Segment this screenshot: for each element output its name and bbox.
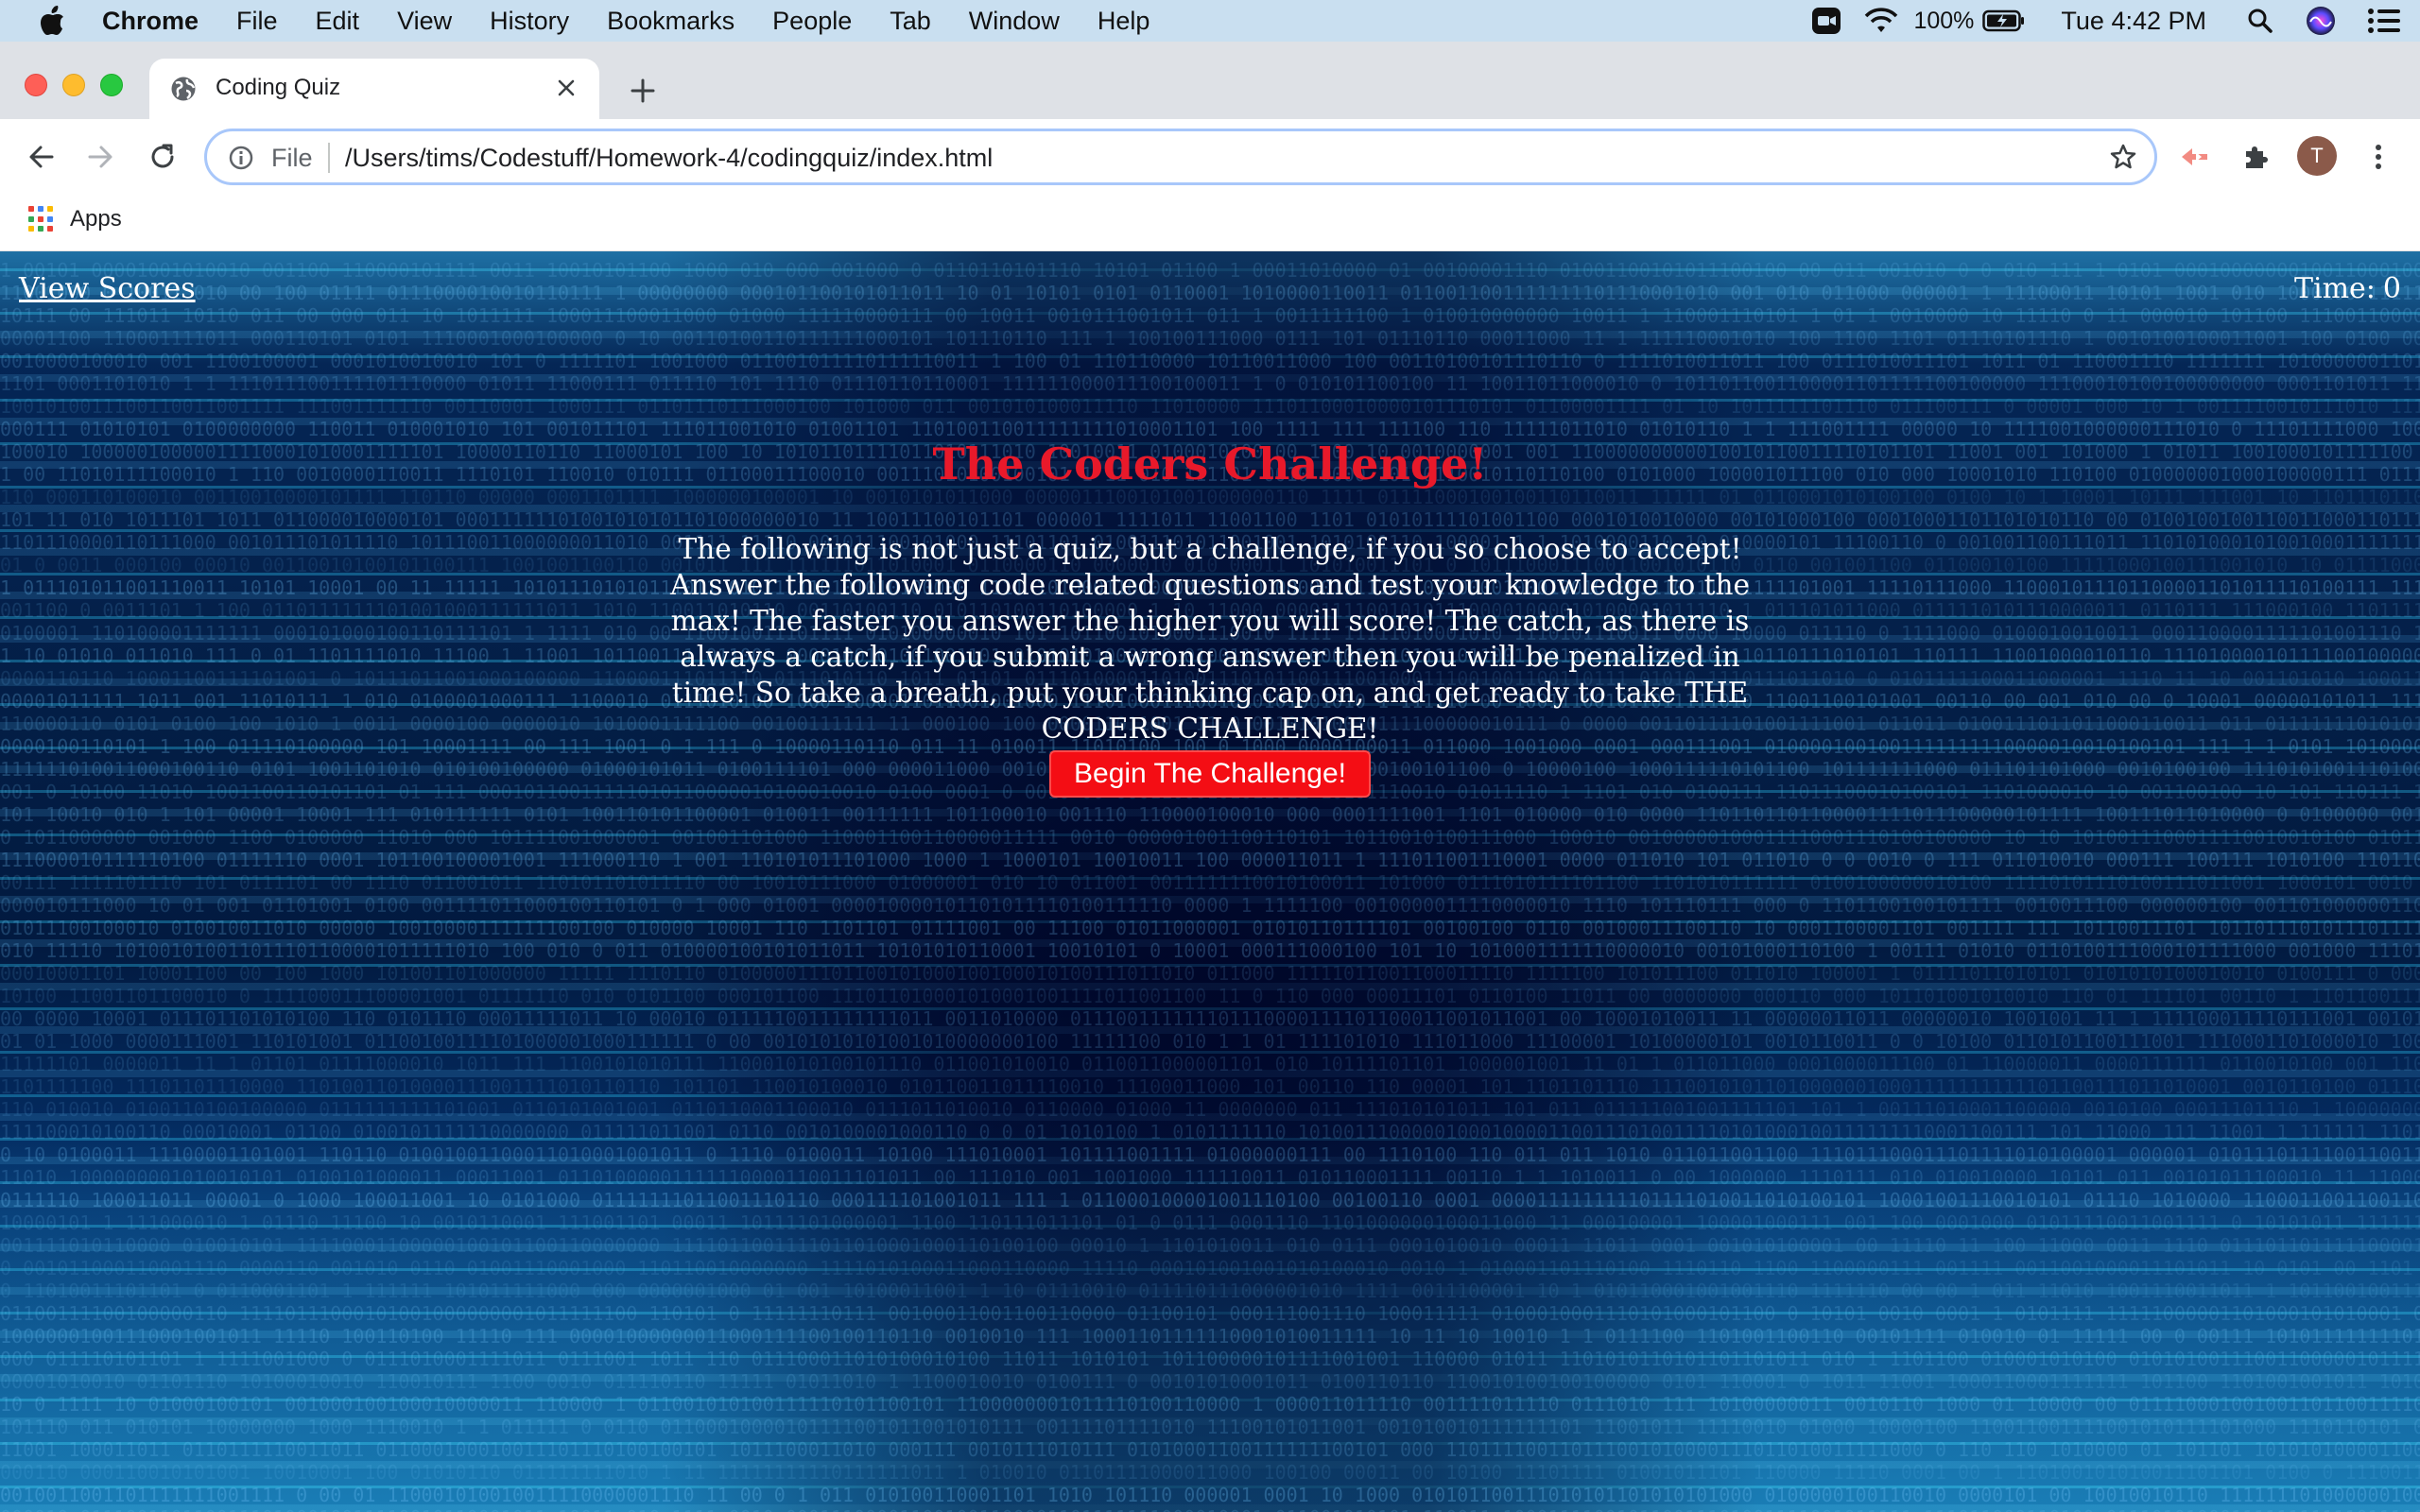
menu-bar-clock[interactable]: Tue 4:42 PM [2061,7,2206,36]
forward-arrow-icon[interactable] [79,136,121,178]
background-binary-row: 1101 0001101010 1 1 11101110011110111000… [0,372,2420,395]
background-binary-row: 111100010100110 00010001 01100 010010111… [0,1121,2420,1143]
background-binary-row: 00001010010 01101110 10100010010 1100101… [0,1370,2420,1393]
battery-percent: 100% [1913,7,1975,34]
background-binary-row: 000111 01010101 0100000000 110011 010001… [0,418,2420,440]
background-binary-row: 10100 11001101100010 0 11110001110000100… [0,985,2420,1007]
background-binary-row: 01 01 1000 0000111001 110101001 01100100… [0,1030,2420,1053]
background-binary-row: 1101111100 11101101110000 11010011010000… [0,1075,2420,1098]
background-binary-row: 11111101 0000011 11 1 01101 01111000010 … [0,1053,2420,1075]
menu-people[interactable]: People [772,7,852,36]
background-binary-row: 000010 011100110110011101000100111100101… [0,1506,2420,1512]
background-binary-row: 00 0000 10001 011101101010100 110 010111… [0,1007,2420,1030]
background-binary-row: 111000010111110100 01111110 0001 1011001… [0,849,2420,871]
site-info-icon[interactable] [228,145,254,176]
menu-edit[interactable]: Edit [316,7,360,36]
address-separator [328,143,330,173]
background-binary-row: 010 11110 101001010011011101100001011111… [0,939,2420,962]
browser-toolbar: File /Users/tims/Codestuff/Homework-4/co… [0,119,2420,195]
siri-icon[interactable] [2305,6,2337,36]
background-binary-row: 000110 000110010101001 10010001 100 0101… [0,1461,2420,1484]
background-binary-row: 01100111100100000110 1111011100010100100… [0,1302,2420,1325]
wifi-icon[interactable] [1862,8,1900,34]
menu-app-chrome[interactable]: Chrome [102,7,199,36]
tab-title: Coding Quiz [216,75,341,100]
background-binary-row: 10111 00 111011 10110 011 00 000 011 10 … [0,304,2420,327]
page-title: The Coders Challenge! [932,438,1488,490]
background-binary-row: 0010011001101111111001111 0 00 01 110001… [0,1484,2420,1506]
background-binary-row: 0010000100010 001 1100100001 00010100100… [0,350,2420,372]
bookmark-star-icon[interactable] [2109,143,2137,176]
background-binary-row: 1 00101 00001001010010 001100 1100001011… [0,259,2420,282]
url-scheme-label: File [271,144,313,172]
background-binary-row: 001111010110000 010010101 11110001100000… [0,1234,2420,1257]
battery-charging-icon[interactable] [1981,9,2027,32]
background-binary-row: 11010 1000000001010010101 0100101000011 … [0,1166,2420,1189]
reload-icon[interactable] [142,136,183,178]
menu-history[interactable]: History [490,7,569,36]
menu-tab[interactable]: Tab [890,7,931,36]
begin-challenge-button[interactable]: Begin The Challenge! [1049,750,1371,798]
url-text[interactable]: /Users/tims/Codestuff/Homework-4/codingq… [345,144,993,173]
background-binary-row: 10000001001110001001011 11110 100110100 … [0,1325,2420,1348]
zoom-video-icon[interactable] [1807,7,1845,35]
timer-label: Time: [2293,272,2376,305]
background-binary-row: 000010111000 10 01 001 01101001 0100 001… [0,894,2420,917]
apps-grid-icon[interactable] [28,206,55,232]
background-binary-row: 10 0 1111 10 01000100101 001000100100010… [0,1393,2420,1416]
window-zoom-button[interactable] [100,74,123,96]
background-binary-row: 01011100100010 010010011010 00000 100100… [0,917,2420,939]
background-binary-row: 0 11010011101101 0 0110001101 1 111111 1… [0,1280,2420,1302]
spotlight-search-icon[interactable] [2244,8,2276,34]
menu-window[interactable]: Window [969,7,1060,36]
background-binary-row: 101 10010 010 1 101 00001 10001 111 0101… [0,803,2420,826]
globe-icon [170,76,197,107]
menu-view[interactable]: View [397,7,452,36]
extension-cast-icon[interactable] [2174,136,2216,178]
menu-bookmarks[interactable]: Bookmarks [607,7,735,36]
background-binary-row: 110 010010 0100110100100000 011111111110… [0,1098,2420,1121]
address-bar[interactable]: File /Users/tims/Codestuff/Homework-4/co… [204,129,2157,185]
background-binary-row: 0 10 0100011 11100001101001 110110 01001… [0,1143,2420,1166]
background-binary-row: 11001 100011011 0110111110011011 0110001… [0,1438,2420,1461]
profile-avatar[interactable]: T [2297,136,2337,176]
background-binary-row: 000 011110101101 1 1111001000 0 01110100… [0,1348,2420,1370]
timer: Time: 0 [2294,272,2401,305]
timer-value: 0 [2382,272,2401,305]
intro-paragraph: The following is not just a quiz, but a … [670,533,1750,745]
tab-close-icon[interactable] [550,72,582,104]
background-binary-row: 1001010011100110011001111 111001111110 0… [0,395,2420,418]
back-arrow-icon[interactable] [21,136,62,178]
notification-center-icon[interactable] [2365,8,2403,34]
extensions-puzzle-icon[interactable] [2235,136,2276,178]
background-binary-row: 0 1011000000 001000 1100 0100000 11010 0… [0,826,2420,849]
view-scores-link[interactable]: View Scores [19,272,196,305]
window-minimize-button[interactable] [62,74,85,96]
background-binary-row: 11001000 0 10011 010 00 100 01111 011100… [0,282,2420,304]
menu-help[interactable]: Help [1098,7,1150,36]
bookmarks-bar: Apps [0,195,2420,251]
menu-bar-status-area: 100% Tue 4:42 PM [1807,0,2420,42]
macos-menu-bar: Chrome File Edit View History Bookmarks … [0,0,2420,42]
new-tab-plus-icon[interactable] [624,72,662,110]
apple-menu-icon[interactable] [38,5,66,37]
background-binary-row: 0 001011000110001110 0000110 001010 0110… [0,1257,2420,1280]
page-viewport: 1 00101 00001001010010 001100 1100001011… [0,251,2420,1512]
menu-file[interactable]: File [236,7,278,36]
background-binary-row: 10000101 1 111000010 1 01110 11100 10 00… [0,1211,2420,1234]
background-binary-row: 00010001101 10001100 00 100 1000 1010011… [0,962,2420,985]
background-binary-row: 0111110 100011011 00001 0 1000 100011001… [0,1189,2420,1211]
tab-coding-quiz[interactable]: Coding Quiz [149,59,599,119]
background-binary-row: 00111 1111101110 101 0111101 00 1110 011… [0,871,2420,894]
background-binary-row: 00001100 110001111011 000110101 0101 111… [0,327,2420,350]
background-binary-row: 101110 011 010101 10000000 1000 1110010 … [0,1416,2420,1438]
window-close-button[interactable] [25,74,47,96]
background-binary-row: 101 11 010 1011101 1011 011000010000101 … [0,508,2420,531]
chrome-menu-kebab-icon[interactable] [2358,136,2399,178]
apps-bookmark[interactable]: Apps [70,206,122,232]
